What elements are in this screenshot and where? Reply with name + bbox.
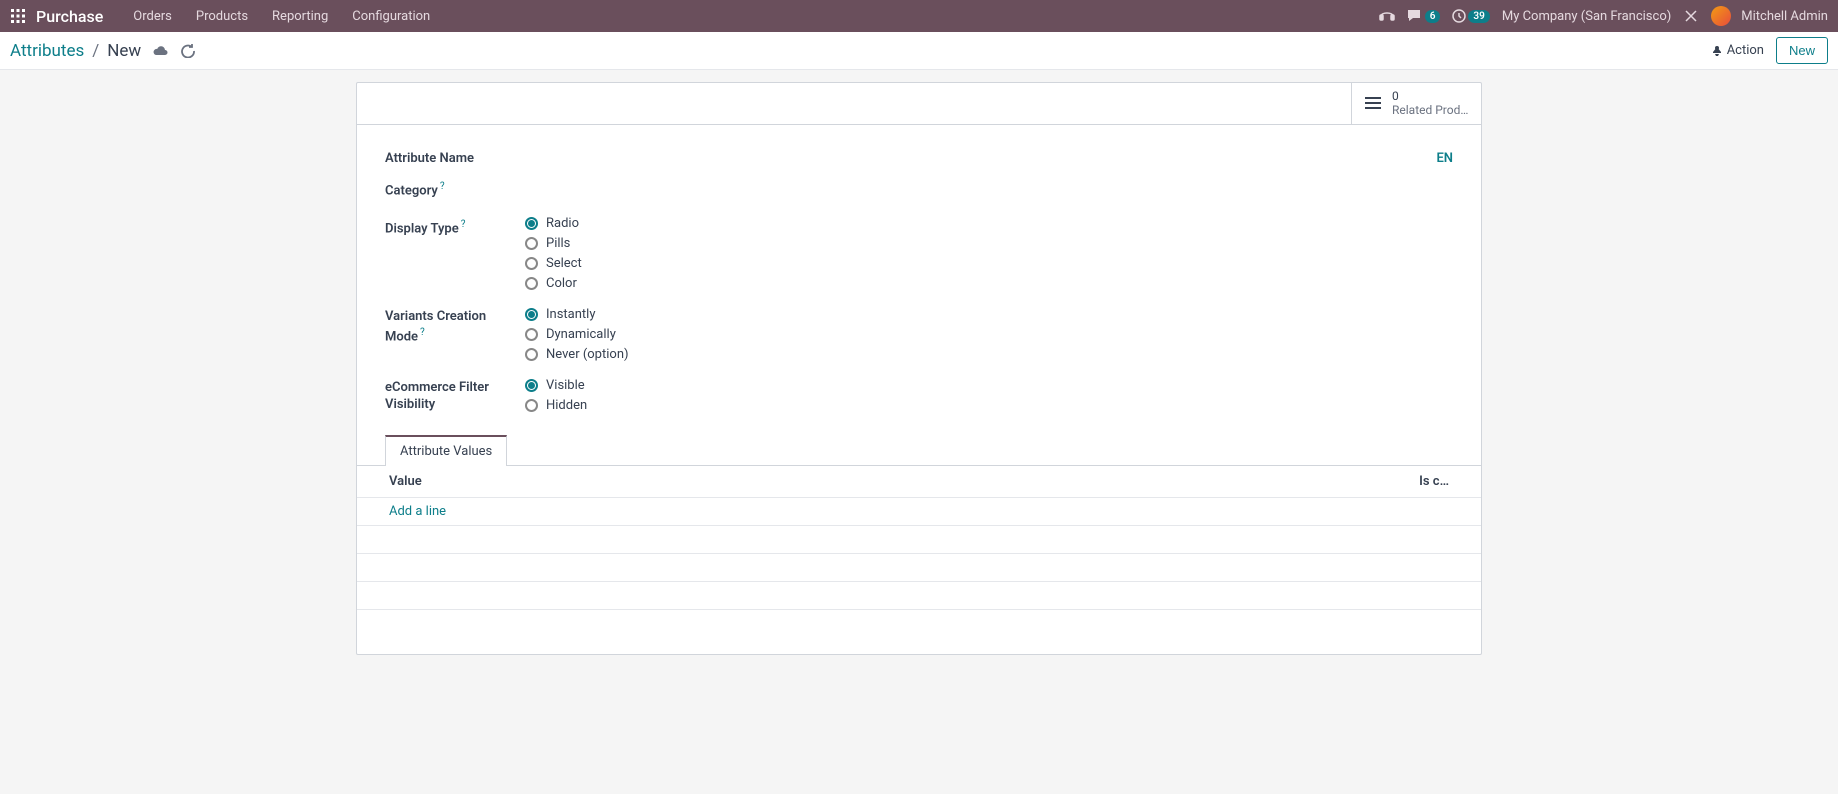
column-value[interactable]: Value: [389, 474, 1389, 489]
apps-icon[interactable]: [10, 8, 26, 24]
breadcrumb-current: New: [107, 41, 141, 61]
stat-label: Related Prod…: [1392, 103, 1468, 117]
activity-badge: 39: [1468, 10, 1489, 23]
menu-reporting[interactable]: Reporting: [260, 9, 340, 24]
radio-ecommerce-visible[interactable]: Visible: [525, 378, 1453, 393]
activity-icon[interactable]: 39: [1452, 9, 1489, 23]
related-products-stat[interactable]: 0 Related Prod…: [1351, 83, 1481, 124]
list-icon: [1364, 95, 1382, 111]
cloud-save-icon[interactable]: [153, 44, 169, 58]
breadcrumb-root[interactable]: Attributes: [10, 41, 84, 61]
help-icon[interactable]: ?: [440, 181, 445, 192]
user-menu[interactable]: Mitchell Admin: [1711, 6, 1828, 26]
radio-display-radio[interactable]: Radio: [525, 216, 1453, 231]
attribute-name-label: Attribute Name: [385, 149, 474, 168]
avatar-icon: [1711, 6, 1731, 26]
tab-attribute-values[interactable]: Attribute Values: [385, 435, 507, 466]
add-line-link[interactable]: Add a line: [389, 504, 446, 519]
display-type-label: Display Type?: [385, 216, 525, 291]
radio-variants-never[interactable]: Never (option): [525, 347, 1453, 362]
app-name[interactable]: Purchase: [36, 7, 103, 26]
user-name: Mitchell Admin: [1741, 9, 1828, 24]
breadcrumb: Attributes / New: [10, 41, 195, 61]
table-row: [357, 526, 1481, 554]
radio-ecommerce-hidden[interactable]: Hidden: [525, 398, 1453, 413]
ecommerce-visibility-label: eCommerce Filter Visibility: [385, 378, 525, 414]
radio-display-select[interactable]: Select: [525, 256, 1453, 271]
tools-icon[interactable]: [1683, 8, 1699, 24]
discard-icon[interactable]: [181, 44, 195, 58]
display-type-radios: Radio Pills Select Color: [525, 216, 1453, 291]
breadcrumb-separator: /: [92, 41, 99, 61]
radio-display-color[interactable]: Color: [525, 276, 1453, 291]
chat-icon[interactable]: 6: [1407, 9, 1441, 23]
help-icon[interactable]: ?: [420, 327, 425, 338]
language-tag[interactable]: EN: [1436, 151, 1453, 166]
menu-products[interactable]: Products: [184, 9, 260, 24]
ecommerce-visibility-radios: Visible Hidden: [525, 378, 1453, 413]
radio-display-pills[interactable]: Pills: [525, 236, 1453, 251]
variants-mode-radios: Instantly Dynamically Never (option): [525, 307, 1453, 362]
radio-variants-instantly[interactable]: Instantly: [525, 307, 1453, 322]
stat-count: 0: [1392, 89, 1468, 103]
column-is-custom[interactable]: Is c…: [1389, 474, 1449, 489]
new-button[interactable]: New: [1776, 37, 1828, 64]
category-label: Category?: [385, 178, 525, 200]
top-navbar: Purchase Orders Products Reporting Confi…: [0, 0, 1838, 32]
table-row: [357, 582, 1481, 610]
form-sheet: 0 Related Prod… Attribute Name EN Catego…: [356, 82, 1482, 655]
table-row: [357, 554, 1481, 582]
category-field[interactable]: [525, 178, 1453, 200]
help-icon[interactable]: ?: [461, 219, 466, 230]
voip-icon[interactable]: [1379, 9, 1395, 23]
chat-badge: 6: [1425, 10, 1441, 23]
control-bar: Attributes / New Action New: [0, 32, 1838, 70]
action-label: Action: [1727, 43, 1764, 58]
company-selector[interactable]: My Company (San Francisco): [1502, 9, 1671, 24]
tab-content: Value Is c… Add a line: [357, 465, 1481, 610]
radio-variants-dynamically[interactable]: Dynamically: [525, 327, 1453, 342]
menu-configuration[interactable]: Configuration: [340, 9, 442, 24]
action-dropdown[interactable]: Action: [1711, 43, 1764, 58]
menu-orders[interactable]: Orders: [121, 9, 184, 24]
variants-mode-label: Variants Creation Mode?: [385, 307, 525, 362]
